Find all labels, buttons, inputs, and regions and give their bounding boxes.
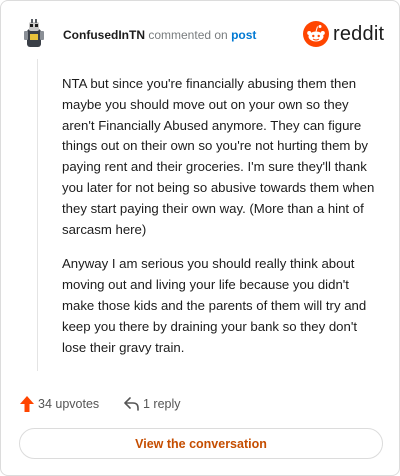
thread-line — [37, 59, 38, 371]
view-conversation-button[interactable]: View the conversation — [19, 428, 383, 459]
reply-arrow-icon — [124, 397, 139, 411]
reddit-brand[interactable]: reddit — [303, 21, 385, 47]
post-link[interactable]: post — [231, 28, 256, 42]
upvotes-count: 34 upvotes — [38, 397, 100, 411]
comment-header: ConfusedInTN commented on post reddit — [21, 19, 385, 51]
embedded-comment-card: ConfusedInTN commented on post reddit NT… — [0, 0, 400, 476]
username-link[interactable]: ConfusedInTN — [63, 28, 145, 42]
user-avatar-icon[interactable] — [21, 19, 47, 49]
comment-body: NTA but since you're financially abusing… — [62, 74, 382, 372]
upvote-arrow-icon — [20, 396, 34, 412]
comment-paragraph-1: NTA but since you're financially abusing… — [62, 76, 375, 237]
reddit-alien-icon — [303, 21, 329, 47]
comment-meta: ConfusedInTN commented on post — [63, 27, 256, 43]
commented-on-text: commented on — [148, 28, 228, 42]
comment-paragraph-2: Anyway I am serious you should really th… — [62, 256, 367, 355]
reddit-wordmark: reddit — [333, 23, 385, 45]
replies-count: 1 reply — [143, 397, 181, 411]
